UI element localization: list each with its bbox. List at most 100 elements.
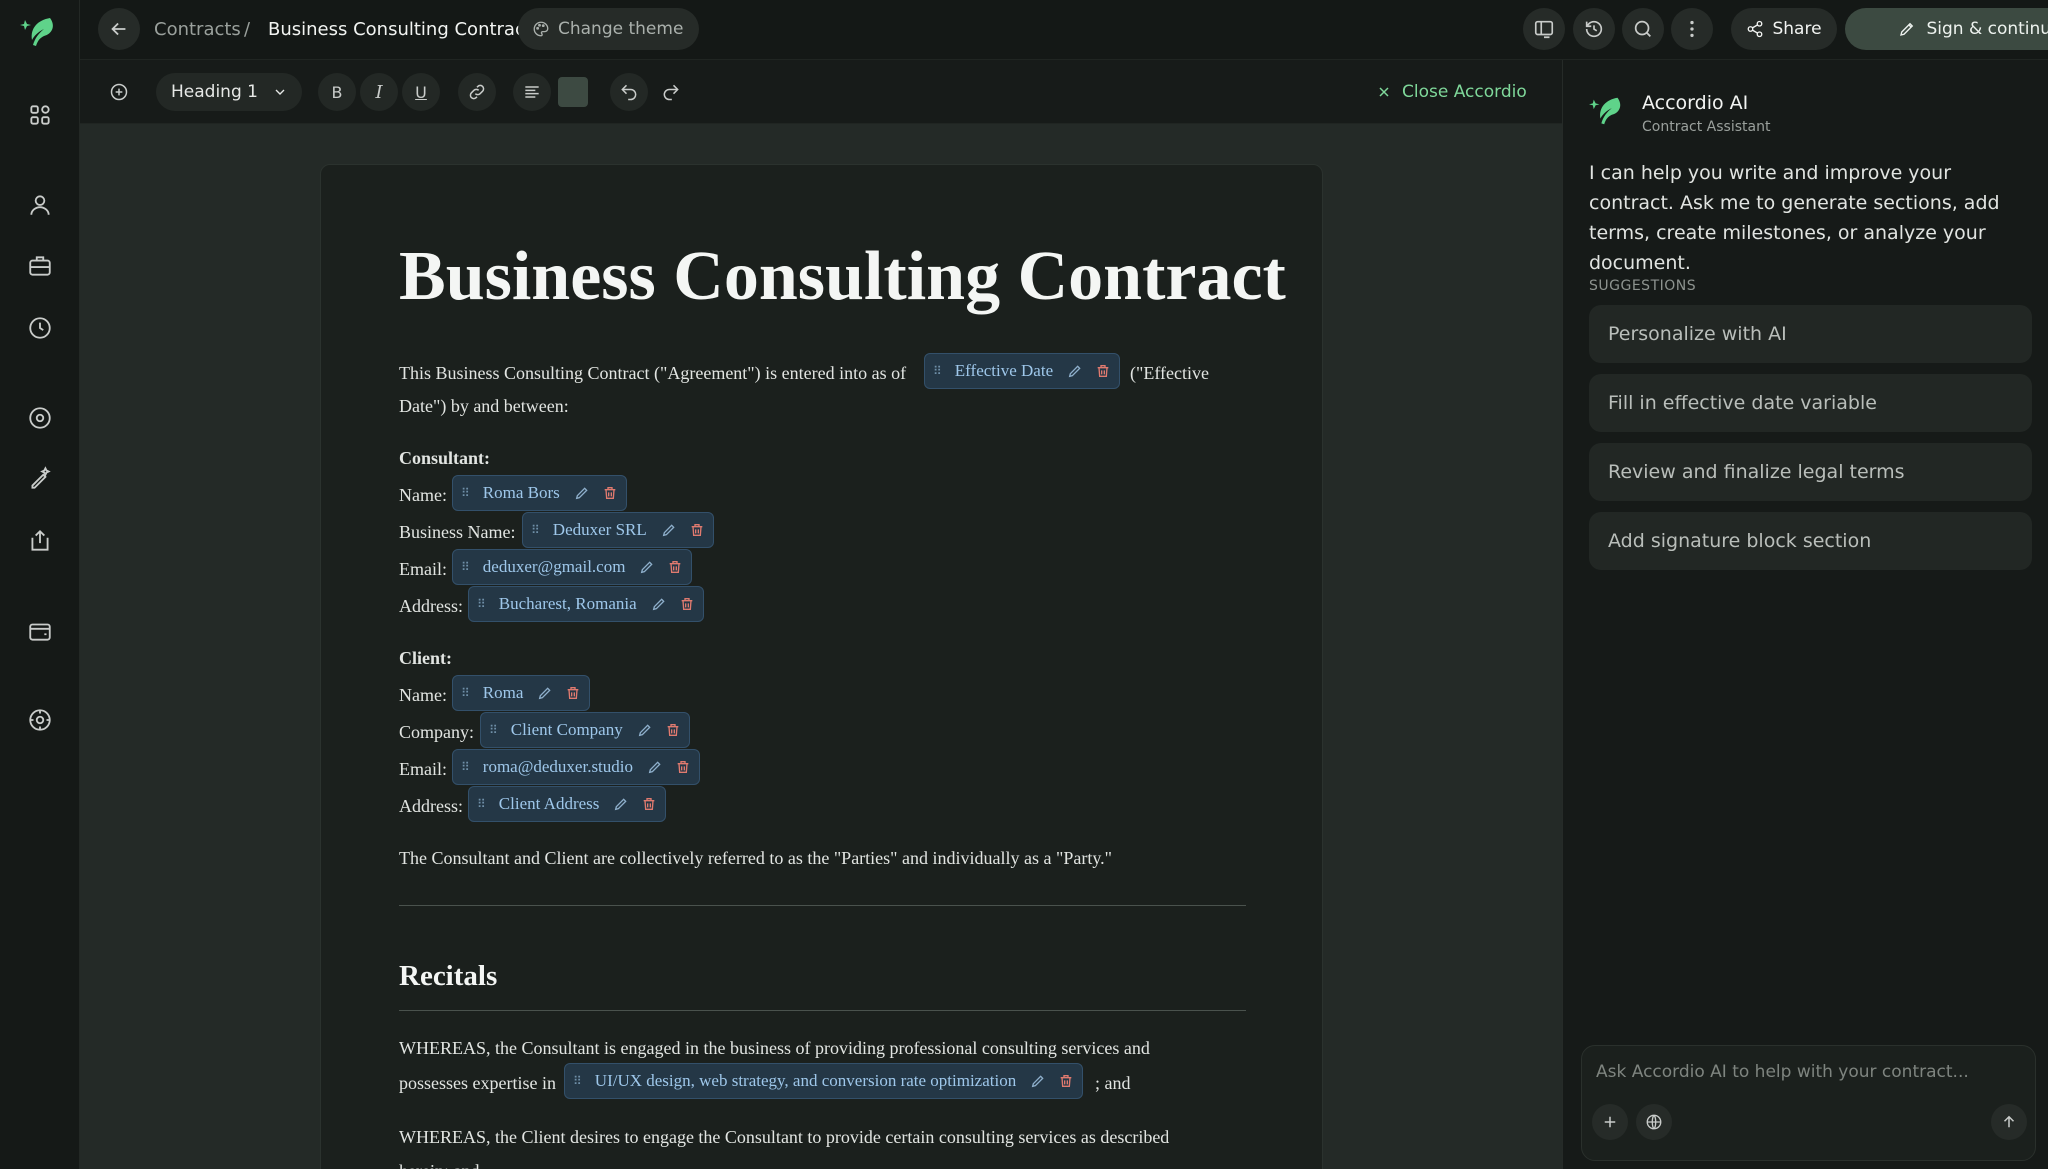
intro-text-line2: Date") by and between: xyxy=(399,396,569,416)
drag-handle-icon[interactable]: ⠿ xyxy=(531,523,540,538)
variable-value: Deduxer SRL xyxy=(552,520,647,539)
variable-client-company[interactable]: ⠿ Client Company xyxy=(480,712,690,748)
more-vertical-icon xyxy=(1690,20,1694,38)
trash-icon[interactable] xyxy=(689,522,705,538)
drag-handle-icon[interactable]: ⠿ xyxy=(477,597,486,612)
client-company-label: Company: xyxy=(399,722,474,742)
variable-consultant-address[interactable]: ⠿ Bucharest, Romania xyxy=(468,586,704,622)
suggestion-signature-block[interactable]: Add signature block section xyxy=(1589,512,2032,570)
drag-handle-icon[interactable]: ⠿ xyxy=(461,760,470,775)
wallet-icon[interactable] xyxy=(22,613,58,649)
web-search-button[interactable] xyxy=(1636,1104,1672,1140)
insert-block-button[interactable] xyxy=(100,73,138,111)
more-button[interactable] xyxy=(1671,8,1713,50)
variable-client-email[interactable]: ⠿ roma@deduxer.studio xyxy=(452,749,701,785)
trash-icon[interactable] xyxy=(679,596,695,612)
close-accordio-label: Close Accordio xyxy=(1402,82,1527,102)
consultant-business-label: Business Name: xyxy=(399,522,516,542)
edit-icon[interactable] xyxy=(637,722,653,738)
drag-handle-icon[interactable]: ⠿ xyxy=(461,686,470,701)
export-icon[interactable] xyxy=(22,523,58,559)
drag-handle-icon[interactable]: ⠿ xyxy=(461,486,470,501)
section-divider xyxy=(399,905,1246,906)
settings-icon[interactable] xyxy=(22,702,58,738)
align-button[interactable] xyxy=(513,73,551,111)
suggestion-review-terms[interactable]: Review and finalize legal terms xyxy=(1589,443,2032,501)
send-button[interactable] xyxy=(1991,1104,2027,1140)
trash-icon[interactable] xyxy=(565,685,581,701)
attach-button[interactable] xyxy=(1592,1104,1628,1140)
search-button[interactable] xyxy=(1622,8,1664,50)
ai-assistant-panel: Accordio AI Contract Assistant I can hel… xyxy=(1562,60,2048,1169)
drag-handle-icon[interactable]: ⠿ xyxy=(477,797,486,812)
apps-icon[interactable] xyxy=(22,97,58,133)
chat-input[interactable] xyxy=(1596,1062,2016,1082)
clock-icon[interactable] xyxy=(22,310,58,346)
edit-icon[interactable] xyxy=(574,485,590,501)
variable-value: Effective Date xyxy=(954,361,1054,380)
trash-icon[interactable] xyxy=(675,759,691,775)
underline-button[interactable]: U xyxy=(402,73,440,111)
whereas-1-line-1: WHEREAS, the Consultant is engaged in th… xyxy=(399,1038,1150,1058)
suggestion-personalize[interactable]: Personalize with AI xyxy=(1589,305,2032,363)
suggestion-fill-date[interactable]: Fill in effective date variable xyxy=(1589,374,2032,432)
recitals-heading[interactable]: Recitals xyxy=(399,960,497,993)
variable-client-address[interactable]: ⠿ Client Address xyxy=(468,786,667,822)
variable-value: deduxer@gmail.com xyxy=(482,557,626,576)
compass-icon[interactable] xyxy=(22,400,58,436)
change-theme-button[interactable]: Change theme xyxy=(518,8,700,50)
pen-sparkle-icon[interactable] xyxy=(22,460,58,496)
user-icon[interactable] xyxy=(22,187,58,223)
variable-effective-date[interactable]: ⠿ Effective Date xyxy=(924,353,1121,389)
history-icon xyxy=(1585,20,1603,38)
drag-handle-icon[interactable]: ⠿ xyxy=(933,364,942,379)
edit-icon[interactable] xyxy=(613,796,629,812)
document-title[interactable]: Business Consulting Contract xyxy=(399,237,1286,317)
variable-client-name[interactable]: ⠿ Roma xyxy=(452,675,591,711)
share-label: Share xyxy=(1772,19,1822,39)
breadcrumb-contracts[interactable]: Contracts xyxy=(154,19,241,40)
undo-button[interactable] xyxy=(610,73,648,111)
variable-consultant-name[interactable]: ⠿ Roma Bors xyxy=(452,475,627,511)
link-button[interactable] xyxy=(458,73,496,111)
edit-icon[interactable] xyxy=(537,685,553,701)
drag-handle-icon[interactable]: ⠿ xyxy=(461,560,470,575)
leaf-logo-icon[interactable] xyxy=(20,14,60,50)
italic-button[interactable]: I xyxy=(360,73,398,111)
share-button[interactable]: Share xyxy=(1731,8,1837,50)
trash-icon[interactable] xyxy=(602,485,618,501)
trash-icon[interactable] xyxy=(667,559,683,575)
trash-icon[interactable] xyxy=(641,796,657,812)
redo-button[interactable] xyxy=(652,73,690,111)
variable-value: UI/UX design, web strategy, and conversi… xyxy=(594,1071,1017,1090)
trash-icon[interactable] xyxy=(1095,363,1111,379)
variable-value: Roma xyxy=(482,683,524,702)
layout-icon xyxy=(1534,20,1554,39)
sign-continue-button[interactable]: Sign & continue xyxy=(1845,8,2048,50)
history-button[interactable] xyxy=(1573,8,1615,50)
layout-button[interactable] xyxy=(1523,8,1565,50)
drag-handle-icon[interactable]: ⠿ xyxy=(573,1074,582,1089)
variable-business-name[interactable]: ⠿ Deduxer SRL xyxy=(522,512,714,548)
briefcase-icon[interactable] xyxy=(22,248,58,284)
sign-continue-label: Sign & continue xyxy=(1926,19,2048,39)
drag-handle-icon[interactable]: ⠿ xyxy=(489,723,498,738)
trash-icon[interactable] xyxy=(665,722,681,738)
back-button[interactable] xyxy=(98,8,140,50)
heading-style-select[interactable]: Heading 1 xyxy=(156,73,302,111)
text-color-swatch[interactable] xyxy=(558,77,588,107)
edit-icon[interactable] xyxy=(1067,363,1083,379)
trash-icon[interactable] xyxy=(1058,1073,1074,1089)
edit-icon[interactable] xyxy=(647,759,663,775)
assistant-title: Accordio AI xyxy=(1642,92,1749,114)
edit-icon[interactable] xyxy=(651,596,667,612)
edit-icon[interactable] xyxy=(661,522,677,538)
document-page[interactable]: Business Consulting Contract This Busine… xyxy=(320,164,1323,1169)
send-arrow-icon xyxy=(2003,1115,2015,1128)
variable-consultant-email[interactable]: ⠿ deduxer@gmail.com xyxy=(452,549,693,585)
variable-expertise[interactable]: ⠿ UI/UX design, web strategy, and conver… xyxy=(564,1063,1084,1099)
edit-icon[interactable] xyxy=(1030,1073,1046,1089)
close-accordio-button[interactable]: Close Accordio xyxy=(1376,82,1527,102)
bold-button[interactable]: B xyxy=(318,73,356,111)
edit-icon[interactable] xyxy=(639,559,655,575)
